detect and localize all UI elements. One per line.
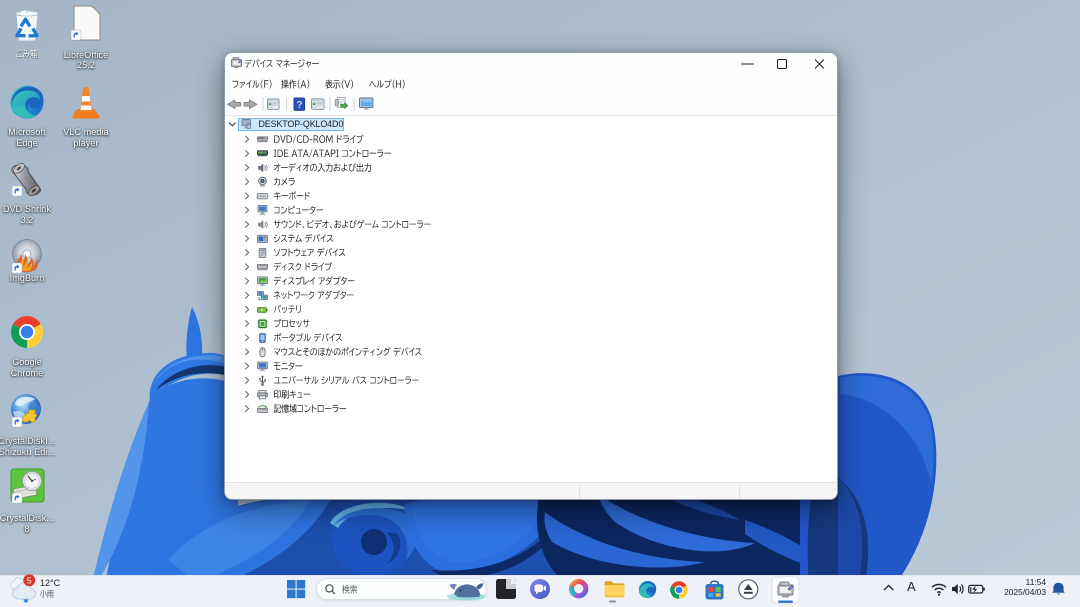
svg-text:5: 5 (27, 575, 32, 585)
svg-text:?: ? (296, 99, 302, 111)
